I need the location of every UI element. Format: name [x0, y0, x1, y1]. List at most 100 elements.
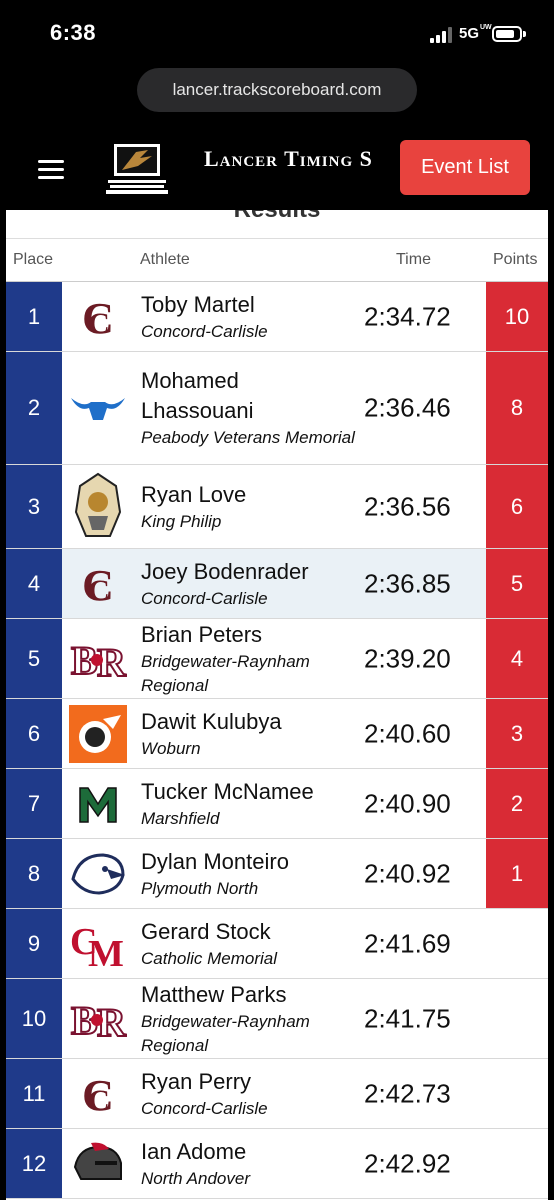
time-cell: 2:36.85: [364, 568, 451, 598]
athlete-cell: Dylan Monteiro Plymouth North: [141, 847, 356, 901]
athlete-team: Bridgewater-Raynham Regional: [141, 651, 310, 695]
table-row[interactable]: 2 Mohamed Lhassouani Peabody Veterans Memo…: [6, 352, 548, 465]
place-cell: 7: [6, 769, 62, 838]
athlete-name[interactable]: Brian Peters: [141, 620, 356, 650]
place-cell: 1: [6, 282, 62, 351]
points-cell: 6: [486, 465, 548, 548]
time-cell: 2:42.92: [364, 1148, 451, 1178]
status-time: 6:38: [50, 20, 97, 45]
table-row[interactable]: 9 C M Gerard Stock Catholic Memorial 2:41.69: [6, 909, 548, 979]
points-cell: [486, 909, 548, 978]
place-cell: 10: [6, 979, 62, 1058]
points-cell: [486, 1129, 548, 1198]
points-cell: 8: [486, 352, 548, 464]
column-header-place[interactable]: Place: [13, 251, 53, 269]
column-header-athlete[interactable]: Athlete: [140, 251, 190, 269]
time-cell: 2:36.46: [364, 392, 451, 423]
athlete-team: Concord-Carlisle: [141, 321, 268, 341]
athlete-name[interactable]: Mohamed Lhassouani: [141, 366, 356, 426]
svg-text:C: C: [88, 307, 110, 340]
athlete-team: Concord-Carlisle: [141, 1098, 268, 1118]
athlete-cell: Joey Bodenrader Concord-Carlisle: [141, 557, 356, 611]
place-cell: 12: [6, 1129, 62, 1198]
lancer-logo: [106, 144, 168, 194]
table-header: Place Athlete Time Points: [6, 238, 548, 282]
time-cell: 2:39.20: [364, 643, 451, 673]
points-cell: 1: [486, 839, 548, 908]
points-cell: 3: [486, 699, 548, 768]
athlete-name[interactable]: Toby Martel: [141, 290, 356, 320]
time-cell: 2:41.75: [364, 1003, 451, 1033]
time-cell: 2:41.69: [364, 928, 451, 958]
athlete-name[interactable]: Dylan Monteiro: [141, 847, 356, 877]
athlete-name[interactable]: Ian Adome: [141, 1137, 356, 1167]
place-cell: 3: [6, 465, 62, 548]
athlete-team: Marshfield: [141, 808, 220, 828]
athlete-cell: Dawit Kulubya Woburn: [141, 707, 356, 761]
points-cell: 10: [486, 282, 548, 351]
url-bar[interactable]: lancer.trackscoreboard.com: [137, 68, 417, 112]
place-cell: 11: [6, 1059, 62, 1128]
table-row[interactable]: 10 B R Matthew Parks Bridgewater-Raynham Reg…: [6, 979, 548, 1059]
warrior-logo: [68, 472, 128, 537]
table-row[interactable]: 7 Tucker McNamee Marshfield 2:40.90 2: [6, 769, 548, 839]
athlete-name[interactable]: Matthew Parks: [141, 980, 356, 1010]
athlete-team: Woburn: [141, 738, 201, 758]
signal-icon: [430, 27, 454, 43]
place-cell: 8: [6, 839, 62, 908]
table-row[interactable]: 11 C C Ryan Perry Concord-Carlisle 2:42.73: [6, 1059, 548, 1129]
athlete-cell: Ryan Love King Philip: [141, 480, 356, 534]
table-row[interactable]: 1 C C Toby Martel Concord-Carlisle 2:34.72 10: [6, 282, 548, 352]
athlete-name[interactable]: Joey Bodenrader: [141, 557, 356, 587]
m-logo: [68, 774, 128, 834]
results-table: 1 C C Toby Martel Concord-Carlisle 2:34.72 10 2…: [6, 282, 548, 1199]
network-sub-label: UW: [480, 24, 492, 31]
place-cell: 6: [6, 699, 62, 768]
athlete-cell: Ryan Perry Concord-Carlisle: [141, 1067, 356, 1121]
event-list-button[interactable]: Event List: [400, 140, 530, 195]
athlete-team: King Philip: [141, 511, 222, 531]
athlete-cell: Gerard Stock Catholic Memorial: [141, 917, 356, 971]
place-cell: 9: [6, 909, 62, 978]
athlete-cell: Ian Adome North Andover: [141, 1137, 356, 1191]
table-row[interactable]: 12 Ian Adome North Andover 2:42.92: [6, 1129, 548, 1199]
table-row[interactable]: 6 Dawit Kulubya Woburn 2:40.60 3: [6, 699, 548, 769]
place-cell: 2: [6, 352, 62, 464]
table-row[interactable]: 3 Ryan Love King Philip 2:36.56 6: [6, 465, 548, 549]
column-header-time[interactable]: Time: [396, 251, 431, 269]
athlete-name[interactable]: Ryan Perry: [141, 1067, 356, 1097]
athlete-cell: Matthew Parks Bridgewater-Raynham Regiona…: [141, 980, 356, 1058]
table-row[interactable]: 4 C C Joey Bodenrader Concord-Carlisle 2:36.8…: [6, 549, 548, 619]
athlete-name[interactable]: Gerard Stock: [141, 917, 356, 947]
results-heading: Results: [6, 210, 548, 224]
athlete-team: Concord-Carlisle: [141, 588, 268, 608]
table-row[interactable]: 8 Dylan Monteiro Plymouth North 2:40.92 1: [6, 839, 548, 909]
results-panel: Results Place Athlete Time Points 1CCTob…: [6, 210, 548, 1200]
points-cell: 4: [486, 619, 548, 698]
athlete-cell: Tucker McNamee Marshfield: [141, 777, 356, 831]
br-logo: BR: [68, 989, 128, 1049]
time-cell: 2:40.92: [364, 858, 451, 888]
athlete-cell: Toby Martel Concord-Carlisle: [141, 290, 356, 344]
svg-text:M: M: [88, 933, 124, 972]
time-cell: 2:34.72: [364, 301, 451, 331]
app-header: Lancer Timing S Event List: [0, 120, 554, 210]
time-cell: 2:40.90: [364, 788, 451, 818]
table-row[interactable]: 5 B R Brian Peters Bridgewater-Raynham Regio…: [6, 619, 548, 699]
athlete-cell: Brian Peters Bridgewater-Raynham Regional: [141, 620, 356, 698]
points-cell: [486, 1059, 548, 1128]
athlete-team: Bridgewater-Raynham Regional: [141, 1011, 310, 1055]
athlete-name[interactable]: Tucker McNamee: [141, 777, 356, 807]
place-cell: 4: [6, 549, 62, 618]
status-bar: 6:38 5G UW: [0, 0, 554, 62]
column-header-points[interactable]: Points: [493, 251, 537, 269]
time-cell: 2:40.60: [364, 718, 451, 748]
athlete-name[interactable]: Ryan Love: [141, 480, 356, 510]
athlete-team: North Andover: [141, 1168, 250, 1188]
time-cell: 2:36.56: [364, 491, 451, 521]
woburn-logo: [68, 704, 128, 764]
athlete-team: Peabody Veterans Memorial: [141, 428, 355, 447]
hamburger-menu-icon[interactable]: [38, 160, 64, 180]
svg-text:C: C: [88, 574, 110, 607]
athlete-name[interactable]: Dawit Kulubya: [141, 707, 356, 737]
